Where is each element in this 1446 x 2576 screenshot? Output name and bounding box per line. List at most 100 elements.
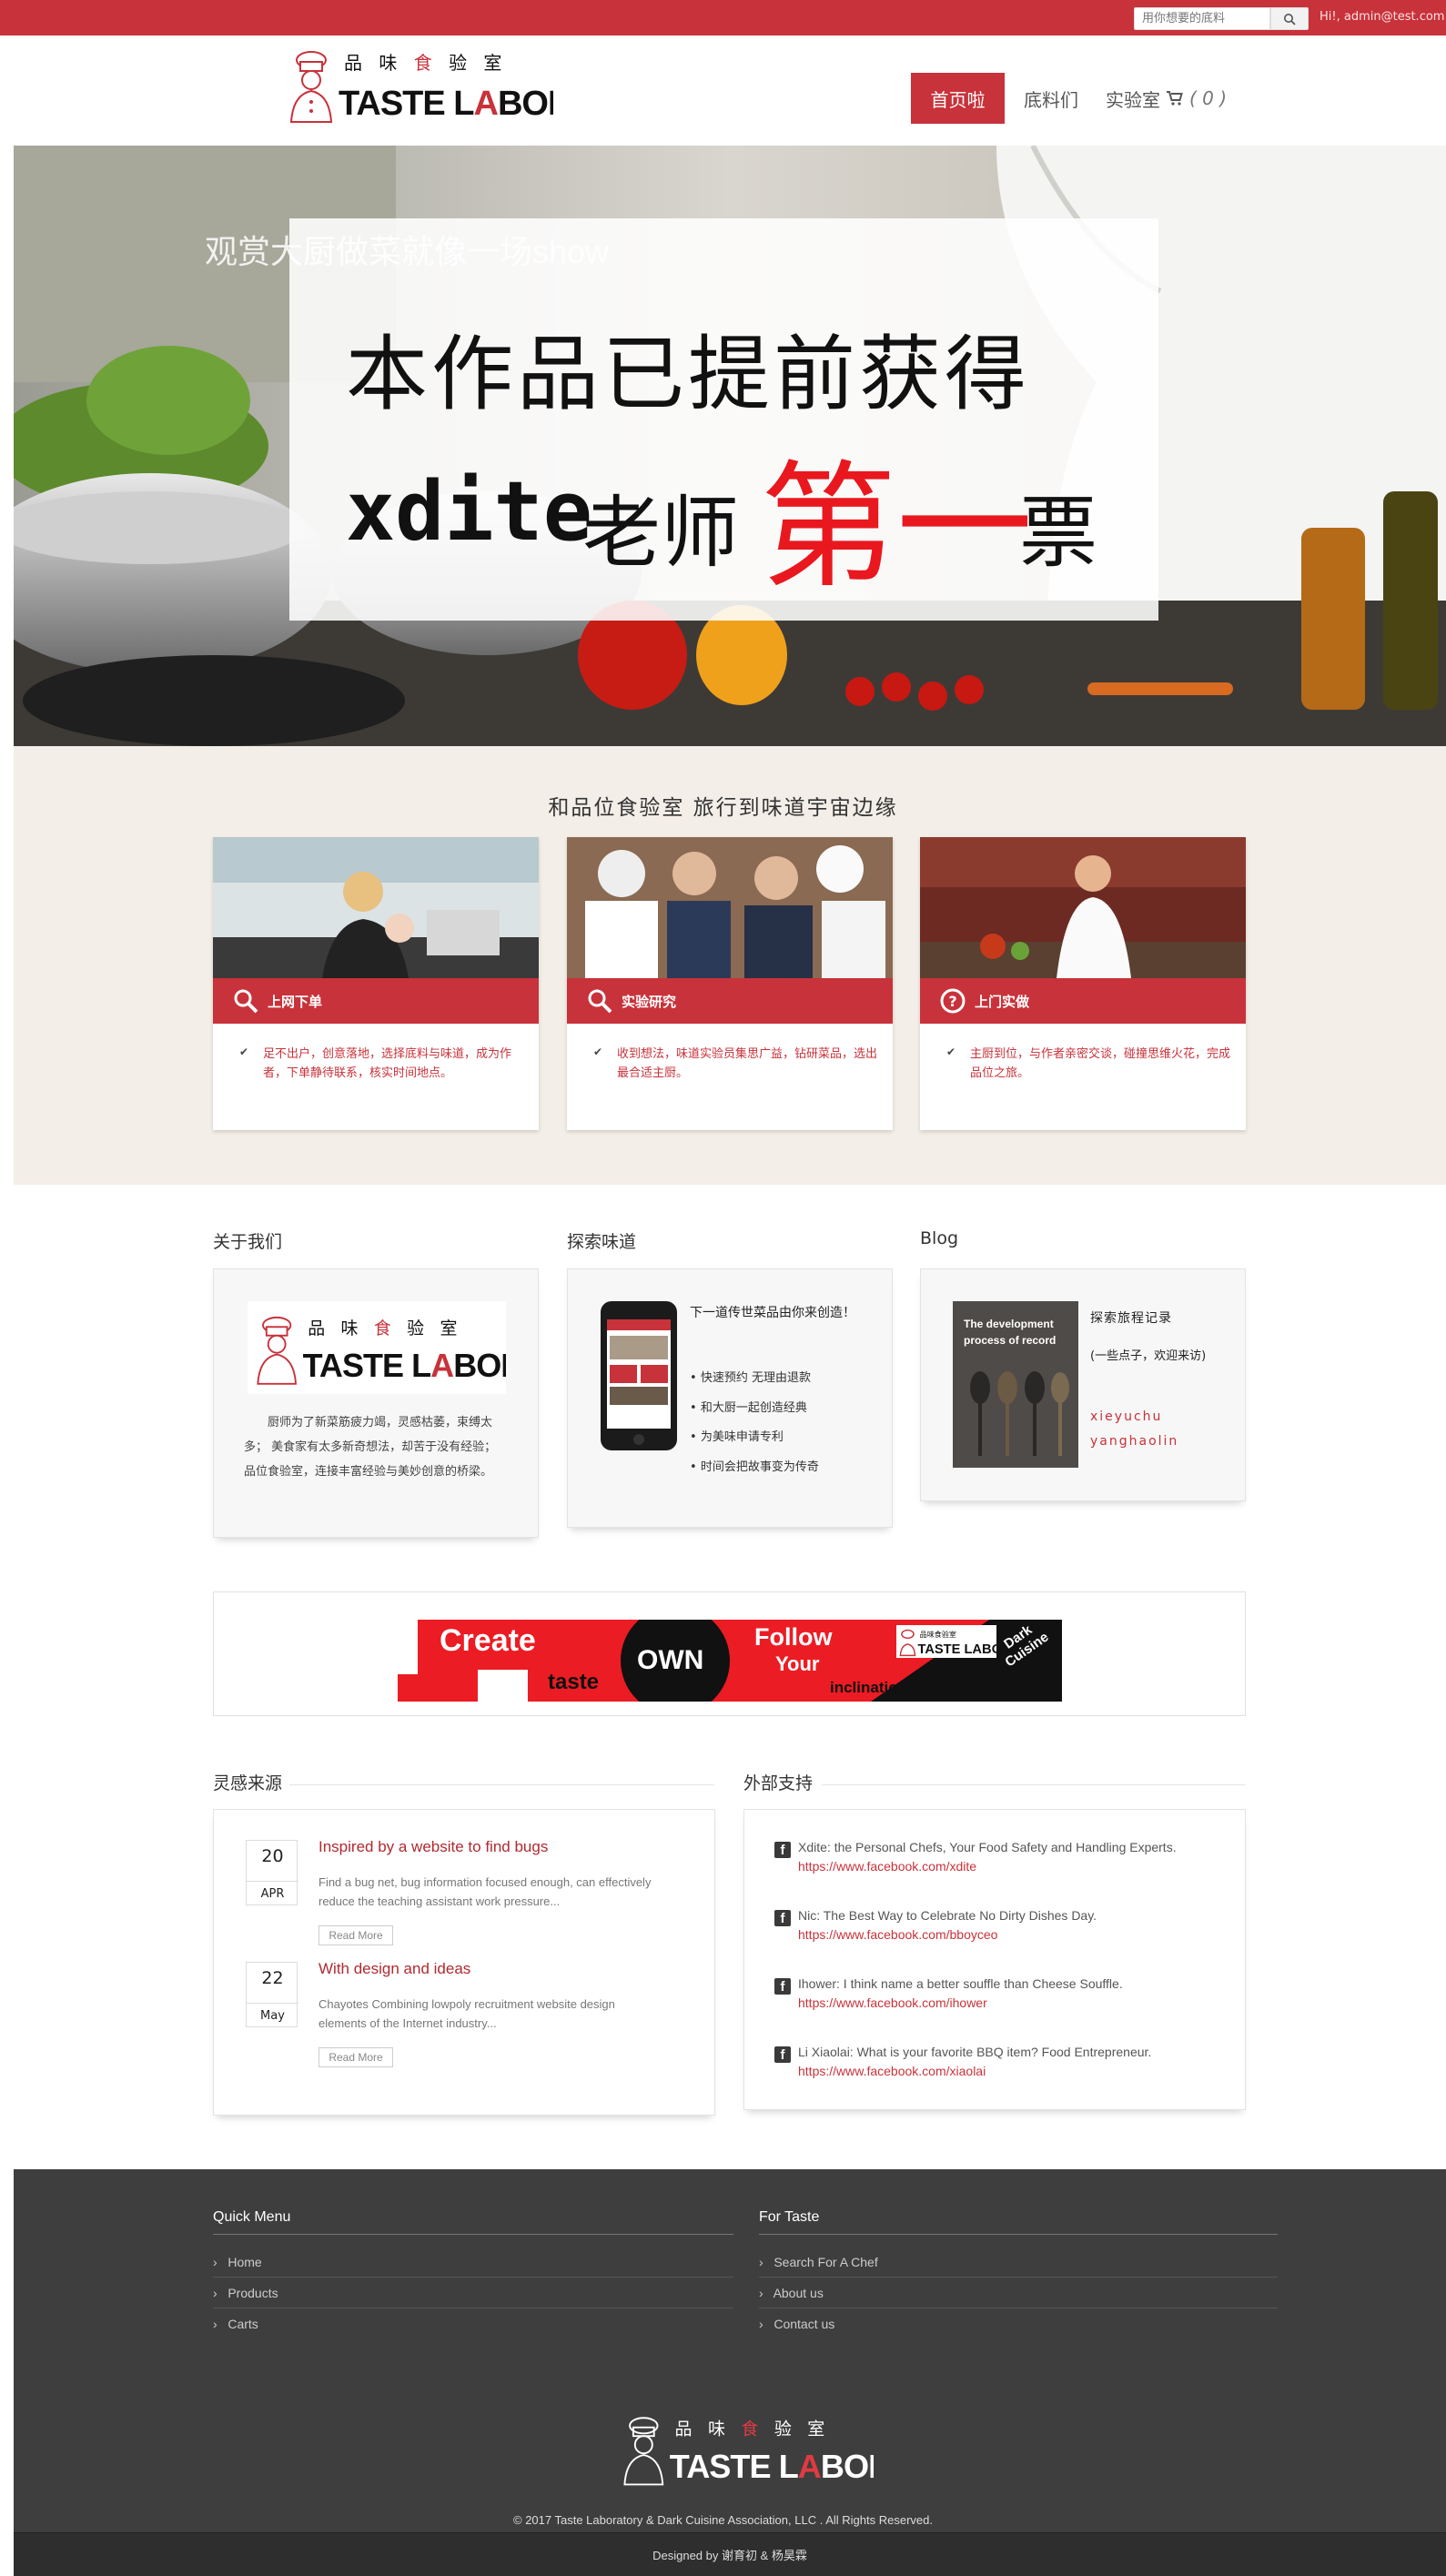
blog-author[interactable]: yanghaolin — [1090, 1434, 1178, 1449]
date-day: 22 — [261, 1968, 284, 1988]
svg-text:品 味 食 验 室: 品 味 食 验 室 — [344, 52, 507, 74]
nav-products[interactable]: 底料们 — [1006, 73, 1097, 124]
read-more-button[interactable]: Read More — [319, 1925, 393, 1945]
banner-your: Your — [775, 1652, 820, 1675]
explore-heading: 下一道传世菜品由你来创造！ — [690, 1306, 855, 1320]
external-text: Li Xiaolai: What is your favorite BBQ it… — [798, 2045, 1152, 2059]
footer-link-products[interactable]: › Products — [213, 2286, 278, 2300]
about-logo: 品 味 食 验 室 TASTE LABORATORY — [248, 1301, 633, 1394]
footer-link-carts[interactable]: › Carts — [213, 2317, 258, 2331]
blog-author[interactable]: xieyuchu — [1090, 1409, 1162, 1424]
explore-title: 探索味道 — [567, 1232, 637, 1252]
footer-taste-title: For Taste — [759, 2209, 820, 2225]
nav-home[interactable]: 首页啦 — [911, 73, 1005, 124]
feature-text: 足不出户，创意落地，选择底料与味道，成为作者，下单静待联系，核实时间地点。 — [263, 1047, 512, 1080]
feature-text: 收到想法，味道实验员集思广益，钻研菜品，选出最合适主厨。 — [617, 1047, 878, 1080]
blog-post-title[interactable]: 探索旅程记录 — [1090, 1308, 1172, 1327]
feature-label: 实验研究 — [622, 993, 677, 1010]
banner-own: OWN — [637, 1645, 704, 1675]
banner-taste: taste — [548, 1670, 600, 1694]
date-badge: 20 APR — [246, 1840, 298, 1905]
designed-by-text: Designed by 谢育初 & 杨昊霖 — [14, 2532, 1446, 2576]
facebook-icon: f — [774, 1910, 791, 1926]
chef-icon — [289, 51, 333, 123]
explore-item: • 快速预约 无理由退款 — [690, 1371, 811, 1385]
hero-teacher: 老师 — [582, 488, 739, 579]
explore-item: • 和大厨一起创造经典 — [690, 1401, 807, 1415]
search-button[interactable] — [1270, 7, 1309, 30]
nav-lab-label: 实验室 — [1106, 88, 1160, 111]
explore-item: • 为美味申请专利 — [690, 1430, 784, 1444]
date-month: APR — [247, 1881, 298, 1901]
external-url-link[interactable]: https://www.facebook.com/ihower — [798, 1995, 987, 2010]
facebook-icon: f — [774, 2046, 791, 2063]
post-title-link[interactable]: With design and ideas — [319, 1960, 470, 1978]
blog-post-subtitle: (一些点子，欢迎来访) — [1090, 1349, 1207, 1363]
svg-text:?: ? — [948, 993, 956, 1010]
check-icon: ✔ — [593, 1046, 603, 1058]
read-more-button[interactable]: Read More — [319, 2047, 393, 2067]
post-title-link[interactable]: Inspired by a website to find bugs — [319, 1838, 548, 1856]
footer-logo[interactable]: 品 味 食 验 室 TASTE LABORATORY — [614, 2409, 1002, 2487]
user-account-link[interactable]: Hi!, admin@test.com — [1320, 10, 1444, 24]
divider — [759, 2234, 1278, 2235]
svg-text:品味食验室: 品味食验室 — [920, 1630, 956, 1639]
hero-vote: 票 — [1019, 488, 1097, 579]
hero-headline: 本作品已提前获得 — [346, 327, 1030, 422]
footer-quick-title: Quick Menu — [213, 2209, 291, 2225]
feature-label: 上网下单 — [268, 993, 323, 1010]
feature-card-research[interactable]: 实验研究 ✔ 收到想法，味道实验员集思广益，钻研菜品，选出最合适主厨。 — [567, 837, 893, 1130]
footer-link-contact[interactable]: › Contact us — [759, 2317, 834, 2331]
feature-header: ? 上门实做 — [920, 978, 1246, 1024]
date-badge: 22 May — [246, 1962, 298, 2027]
divider — [822, 1784, 1246, 1785]
banner-follow: Follow — [754, 1623, 833, 1651]
external-url-link[interactable]: https://www.facebook.com/bboyceo — [798, 1927, 997, 1942]
feature-label: 上门实做 — [975, 993, 1030, 1010]
site-logo[interactable]: 品 味 食 验 室 TASTE LABORATORY — [280, 44, 685, 124]
about-title: 关于我们 — [213, 1232, 283, 1252]
facebook-icon: f — [774, 1842, 791, 1858]
search-icon — [234, 989, 258, 1014]
check-icon: ✔ — [946, 1046, 956, 1058]
external-url-link[interactable]: https://www.facebook.com/xiaolai — [798, 2064, 986, 2078]
blog-thumbnail[interactable]: The development process of record — [953, 1301, 1078, 1468]
nav-lab[interactable]: 实验室 ( 0 ) — [1106, 73, 1269, 124]
banner-create: Create — [440, 1623, 536, 1658]
page: Hi!, admin@test.com 品 味 食 验 室 TASTE LABO… — [0, 0, 1446, 2576]
footer-link-search-chef[interactable]: › Search For A Chef — [759, 2255, 878, 2269]
facebook-icon: f — [774, 1978, 791, 1995]
divider — [759, 2277, 1278, 2278]
blog-title: Blog — [920, 1228, 958, 1248]
feature-card-onsite[interactable]: ? 上门实做 ✔ 主厨到位，与作者亲密交谈，碰撞思维火花，完成品位之旅。 — [920, 837, 1246, 1130]
explore-item: • 时间会把故事变为传奇 — [690, 1460, 819, 1474]
feature-header: 上网下单 — [213, 978, 539, 1024]
date-day: 20 — [261, 1846, 284, 1866]
svg-text:TASTE LABORATORY: TASTE LABORATORY — [339, 85, 553, 123]
phone-image — [599, 1299, 679, 1456]
footer-link-home[interactable]: › Home — [213, 2255, 262, 2269]
external-text: Ihower: I think name a better souffle th… — [798, 1976, 1123, 1991]
cart-count: ( 0 ) — [1189, 87, 1228, 109]
cart-icon — [1167, 91, 1183, 106]
divider — [213, 2277, 733, 2278]
post-excerpt: Find a bug net, bug information focused … — [319, 1875, 652, 1908]
search-icon — [1284, 13, 1296, 25]
feature-photo — [213, 837, 539, 978]
feature-photo — [567, 837, 893, 978]
feature-photo — [920, 837, 1246, 978]
svg-text:品 味 食 验 室: 品 味 食 验 室 — [308, 1318, 462, 1339]
divider — [213, 2234, 733, 2235]
svg-text:TASTE LABORATORY: TASTE LABORATORY — [303, 1347, 506, 1384]
features-title: 和品位食验室 旅行到味道宇宙边缘 — [548, 796, 898, 820]
feature-card-order[interactable]: 上网下单 ✔ 足不出户，创意落地，选择底料与味道，成为作者，下单静待联系，核实时… — [213, 837, 539, 1130]
external-title: 外部支持 — [743, 1773, 814, 1793]
svg-text:TASTE LABORATORY: TASTE LABORATORY — [670, 2448, 874, 2485]
external-url-link[interactable]: https://www.facebook.com/xdite — [798, 1859, 976, 1874]
check-icon: ✔ — [239, 1046, 249, 1058]
svg-text:品 味 食 验 室: 品 味 食 验 室 — [675, 2419, 830, 2439]
footer-link-about[interactable]: › About us — [759, 2286, 824, 2300]
search-input[interactable] — [1134, 7, 1270, 30]
dark-cuisine-banner[interactable]: Create taste OWN Follow Your inclination… — [398, 1606, 1062, 1715]
date-month: May — [247, 2003, 298, 2023]
